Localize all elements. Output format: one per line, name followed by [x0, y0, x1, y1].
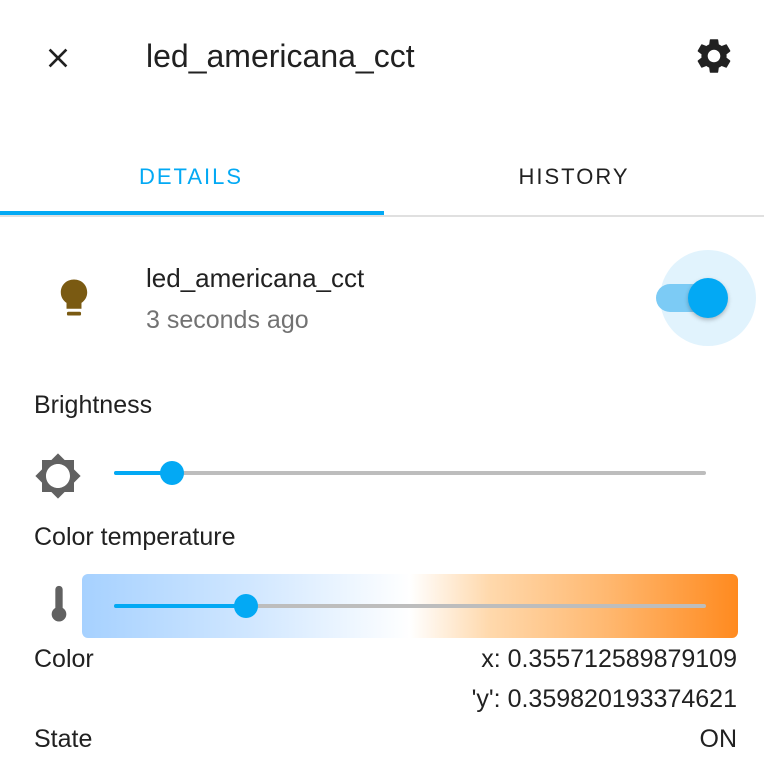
attribute-color-x: x: 0.355712589879109	[481, 645, 737, 673]
thermometer-icon	[51, 585, 67, 622]
last-changed: 3 seconds ago	[146, 306, 309, 334]
brightness-icon	[35, 453, 81, 499]
attribute-state-value: ON	[699, 725, 738, 753]
color-temperature-slider-thumb[interactable]	[233, 594, 258, 618]
brightness-slider-thumb[interactable]	[160, 461, 185, 485]
color-temperature-slider-fill	[114, 604, 246, 608]
attribute-state-label: State	[34, 725, 93, 753]
lightbulb-icon	[60, 279, 88, 316]
brightness-label: Brightness	[34, 391, 153, 419]
dialog-title: led_americana_cct	[146, 38, 415, 74]
gear-icon	[697, 39, 731, 73]
close-button[interactable]	[30, 30, 86, 86]
entity-name[interactable]: led_americana_cct	[146, 262, 364, 294]
attribute-color-y: 'y': 0.359820193374621	[471, 685, 737, 713]
color-temperature-label: Color temperature	[34, 523, 236, 551]
power-toggle-thumb[interactable]	[688, 278, 728, 318]
tab-history[interactable]: HISTORY	[383, 140, 764, 214]
tabs-divider	[0, 215, 764, 217]
brightness-slider-track[interactable]	[114, 471, 706, 475]
close-icon	[48, 48, 68, 68]
attribute-color-label: Color	[34, 645, 94, 673]
active-tab-indicator	[0, 211, 384, 215]
settings-button[interactable]	[686, 28, 742, 84]
tab-details[interactable]: DETAILS	[0, 140, 382, 214]
